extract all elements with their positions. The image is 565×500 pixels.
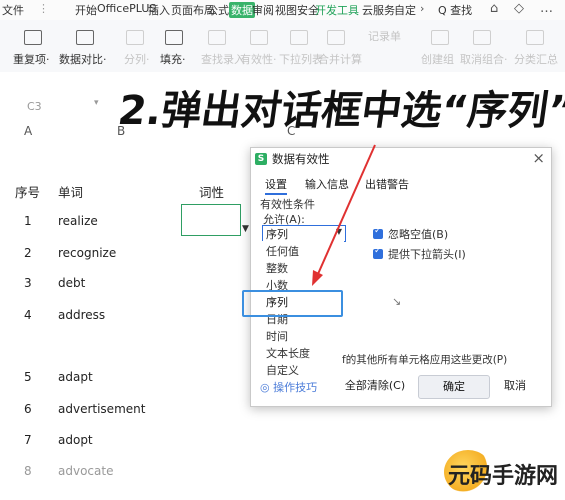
arrow-shaft [317,144,376,275]
watermark-text: 元码手游网 [448,464,559,489]
red-arrow-annotation [312,144,376,286]
arrow-head [312,270,323,286]
